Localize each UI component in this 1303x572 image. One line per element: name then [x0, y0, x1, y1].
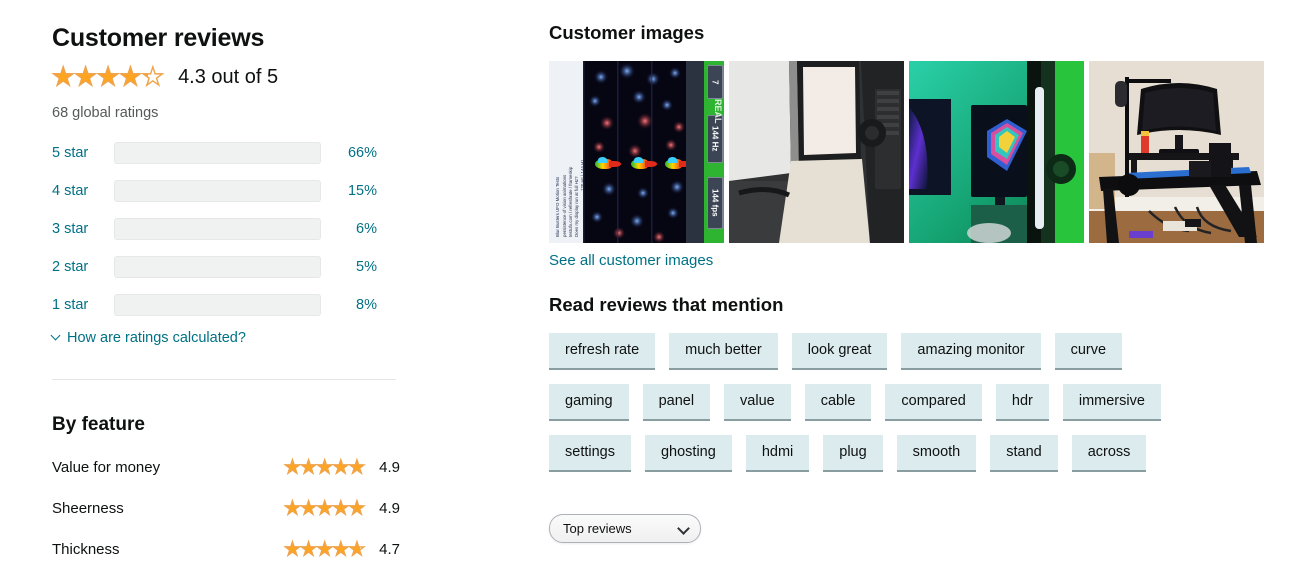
feature-rating-row: Thickness ★★★★★ ★★★★★ 4.7	[52, 538, 400, 559]
global-ratings-count: 68 global ratings	[52, 105, 159, 121]
histogram-row[interactable]: 2 star 5%	[52, 248, 452, 286]
feature-score: 4.9	[379, 458, 400, 476]
customer-images-column: Customer images Blur Busters UFO Motion …	[549, 22, 1279, 543]
overall-rating-row[interactable]: ★★★★★ ★★★★★ 4.3 out of 5	[51, 63, 452, 90]
ufo-green-label: REAL	[713, 99, 723, 124]
customer-images-title: Customer images	[549, 22, 705, 43]
chip-row: gaming panel value cable compared hdr immersiv…	[549, 384, 1229, 421]
feature-score: 4.9	[379, 499, 400, 517]
rgb-gaming-setup-image	[909, 61, 1084, 243]
star-filled-icon: ★★★★★	[52, 64, 148, 90]
histogram-bar-track[interactable]	[114, 218, 321, 240]
customer-image-thumbnail[interactable]: Blur Busters UFO Motion Tests persistenc…	[549, 61, 724, 243]
review-keyword-chip[interactable]: panel	[642, 384, 711, 421]
feature-star-rating: ★★★★★ ★★★★★	[284, 497, 366, 518]
review-keyword-chip[interactable]: across	[1071, 435, 1147, 472]
review-keyword-chip[interactable]: immersive	[1062, 384, 1161, 421]
chip-row: settings ghosting hdmi plug smooth stand acros…	[549, 435, 1229, 472]
how-ratings-calculated-link[interactable]: How are ratings calculated?	[52, 330, 452, 346]
feature-star-rating: ★★★★★ ★★★★★	[284, 538, 366, 559]
page-title: Customer reviews	[52, 24, 265, 52]
feature-name: Sheerness	[52, 499, 124, 517]
review-keyword-chips: refresh rate much better look great amazing…	[549, 333, 1229, 472]
read-reviews-that-mention-title: Read reviews that mention	[549, 294, 784, 315]
customer-image-thumbnail[interactable]	[729, 61, 904, 243]
review-keyword-chip[interactable]: compared	[885, 384, 982, 421]
reviews-summary-column: Customer reviews ★★★★★ ★★★★★ 4.3 out of …	[51, 22, 452, 560]
review-keyword-chip[interactable]: plug	[823, 435, 883, 472]
star-filled-icon: ★★★★★	[284, 539, 361, 559]
histogram-star-label[interactable]: 1 star	[52, 297, 114, 313]
histogram-row[interactable]: 1 star 8%	[52, 286, 452, 324]
by-feature-list: Value for money ★★★★★ ★★★★★ 4.9 Sheerness ★★★…	[52, 456, 452, 559]
histogram-percent-label[interactable]: 6%	[321, 221, 377, 237]
monitor-box-image	[729, 61, 904, 243]
sort-reviews-dropdown[interactable]: Top reviews	[549, 514, 701, 543]
feature-score: 4.7	[379, 540, 400, 558]
review-keyword-chip[interactable]: cable	[804, 384, 872, 421]
customer-image-thumbnail[interactable]	[1089, 61, 1264, 243]
feature-name: Value for money	[52, 458, 161, 476]
review-keyword-chip[interactable]: look great	[791, 333, 888, 370]
ufo-label-fps: 144 fps	[707, 177, 723, 229]
feature-name: Thickness	[52, 540, 120, 558]
see-all-customer-images-link[interactable]: See all customer images	[549, 252, 713, 269]
histogram-star-label[interactable]: 2 star	[52, 259, 114, 275]
feature-rating-row: Value for money ★★★★★ ★★★★★ 4.9	[52, 456, 400, 477]
review-keyword-chip[interactable]: gaming	[549, 384, 629, 421]
rating-histogram: 5 star 66% 4 star 15% 3 star 6% 2 star 5% 1 star…	[52, 134, 452, 324]
chevron-down-icon	[52, 332, 61, 341]
ufo-label-7: 7	[707, 65, 723, 99]
review-keyword-chip[interactable]: amazing monitor	[901, 333, 1041, 370]
sort-reviews-selected-value: Top reviews	[563, 521, 632, 536]
histogram-percent-label[interactable]: 66%	[321, 145, 377, 161]
overall-star-rating[interactable]: ★★★★★ ★★★★★	[51, 63, 164, 90]
review-keyword-chip[interactable]: settings	[549, 435, 631, 472]
histogram-percent-label[interactable]: 15%	[321, 183, 377, 199]
customer-images-strip: Blur Busters UFO Motion Tests persistenc…	[549, 61, 1279, 243]
star-filled-icon: ★★★★★	[284, 457, 364, 477]
section-divider	[52, 379, 396, 380]
star-filled-icon: ★★★★★	[284, 498, 364, 518]
review-keyword-chip[interactable]: value	[724, 384, 791, 421]
ufo-motion-test-image: Blur Busters UFO Motion Tests persistenc…	[549, 61, 724, 243]
customer-reviews-page: Customer reviews ★★★★★ ★★★★★ 4.3 out of …	[0, 0, 1303, 572]
histogram-bar-track[interactable]	[114, 142, 321, 164]
review-keyword-chip[interactable]: ghosting	[644, 435, 732, 472]
histogram-star-label[interactable]: 4 star	[52, 183, 114, 199]
by-feature-title: By feature	[52, 414, 145, 435]
histogram-row[interactable]: 5 star 66%	[52, 134, 452, 172]
chevron-down-icon	[679, 524, 689, 534]
how-ratings-calculated-label: How are ratings calculated?	[67, 330, 246, 346]
histogram-row[interactable]: 4 star 15%	[52, 172, 452, 210]
histogram-percent-label[interactable]: 8%	[321, 297, 377, 313]
desk-setup-image	[1089, 61, 1264, 243]
review-keyword-chip[interactable]: hdr	[995, 384, 1049, 421]
feature-rating-row: Sheerness ★★★★★ ★★★★★ 4.9	[52, 497, 400, 518]
histogram-row[interactable]: 3 star 6%	[52, 210, 452, 248]
customer-image-thumbnail[interactable]	[909, 61, 1084, 243]
review-keyword-chip[interactable]: much better	[669, 333, 778, 370]
sort-control-wrap: Top reviews	[549, 514, 1279, 543]
feature-star-rating: ★★★★★ ★★★★★	[284, 456, 366, 477]
review-keyword-chip[interactable]: hdmi	[745, 435, 810, 472]
chip-row: refresh rate much better look great amazing…	[549, 333, 1229, 370]
histogram-percent-label[interactable]: 5%	[321, 259, 377, 275]
review-keyword-chip[interactable]: smooth	[896, 435, 977, 472]
overall-rating-text: 4.3 out of 5	[178, 66, 279, 88]
histogram-star-label[interactable]: 5 star	[52, 145, 114, 161]
review-keyword-chip[interactable]: stand	[990, 435, 1058, 472]
review-keyword-chip[interactable]: curve	[1054, 333, 1123, 370]
histogram-bar-track[interactable]	[114, 180, 321, 202]
histogram-star-label[interactable]: 3 star	[52, 221, 114, 237]
ufo-test-text-panel: Blur Busters UFO Motion Tests persistenc…	[549, 61, 585, 243]
histogram-bar-track[interactable]	[114, 294, 321, 316]
histogram-bar-track[interactable]	[114, 256, 321, 278]
review-keyword-chip[interactable]: refresh rate	[549, 333, 656, 370]
